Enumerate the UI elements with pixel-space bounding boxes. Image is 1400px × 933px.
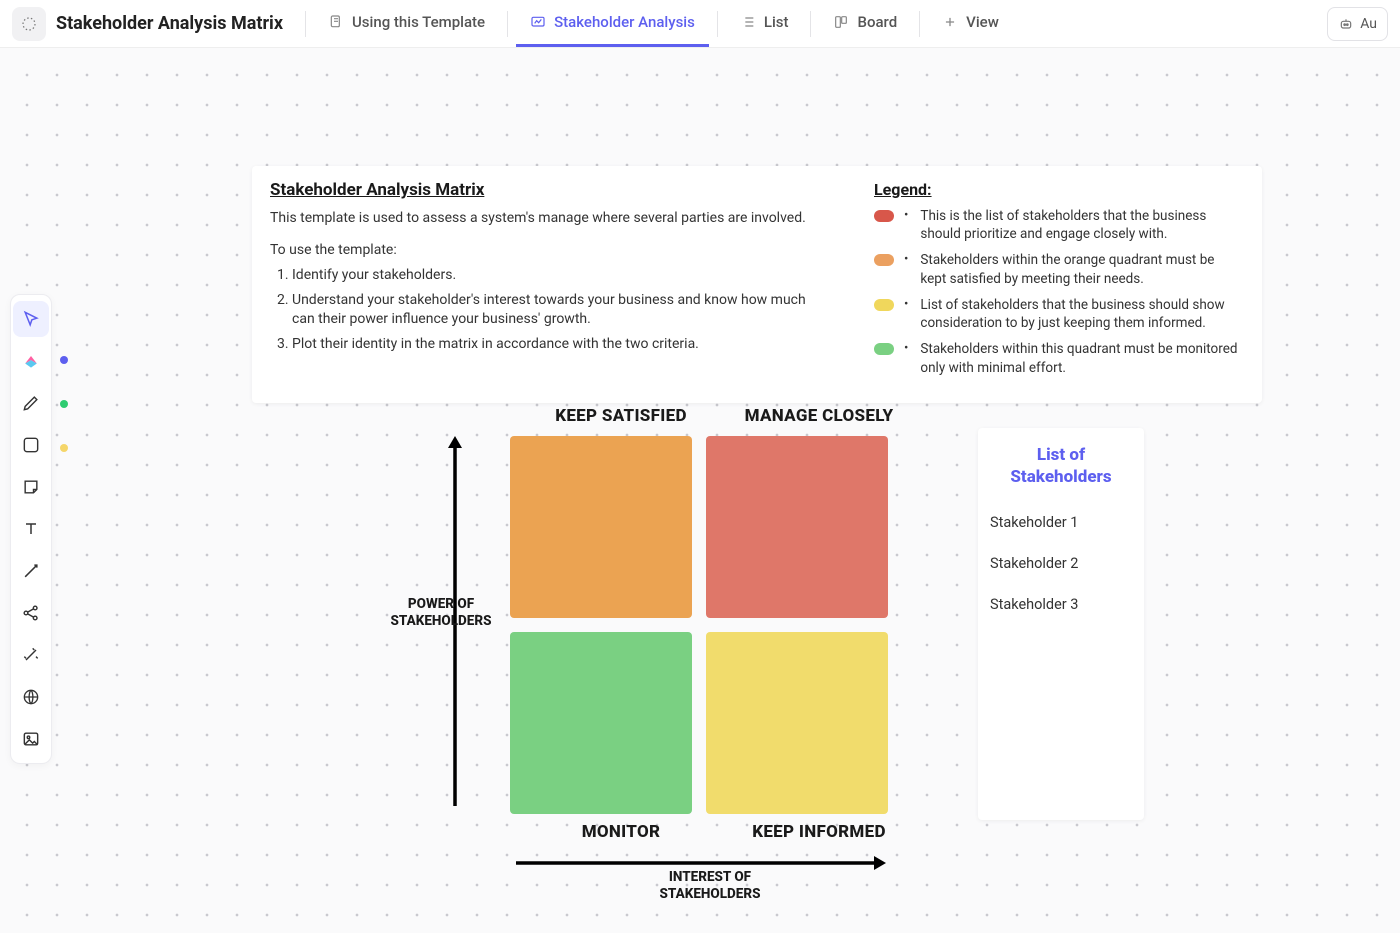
legend-item: • List of stakeholders that the business… bbox=[874, 296, 1238, 332]
header-bar: Stakeholder Analysis Matrix Using this T… bbox=[0, 0, 1400, 48]
add-view-label: View bbox=[966, 13, 999, 31]
sparkle-icon bbox=[21, 645, 41, 665]
legend-item: • This is the list of stakeholders that … bbox=[874, 207, 1238, 243]
color-dot-purple[interactable] bbox=[60, 356, 68, 364]
add-view-button[interactable]: View bbox=[928, 1, 1013, 47]
legend-swatch-yellow bbox=[874, 299, 894, 311]
legend-text: This is the list of stakeholders that th… bbox=[920, 207, 1238, 243]
tab-using-template[interactable]: Using this Template bbox=[314, 1, 499, 47]
legend-text: Stakeholders within the orange quadrant … bbox=[920, 251, 1238, 287]
legend: Legend: • This is the list of stakeholde… bbox=[874, 180, 1238, 385]
legend-swatch-green bbox=[874, 343, 894, 355]
x-axis-arrow-icon bbox=[516, 856, 886, 870]
tab-label: Using this Template bbox=[352, 13, 485, 31]
whiteboard-canvas[interactable]: Stakeholder Analysis Matrix This templat… bbox=[0, 48, 1400, 933]
legend-text: List of stakeholders that the business s… bbox=[920, 296, 1238, 332]
quadrant-keep-satisfied[interactable] bbox=[510, 436, 692, 618]
board-icon bbox=[833, 14, 849, 30]
desc-subtitle: This template is used to assess a system… bbox=[270, 210, 830, 226]
divider bbox=[810, 11, 811, 37]
tool-text[interactable] bbox=[13, 511, 49, 547]
whiteboard-icon bbox=[530, 14, 546, 30]
legend-item: • Stakeholders within this quadrant must… bbox=[874, 340, 1238, 376]
tool-image[interactable] bbox=[13, 721, 49, 757]
tool-shape[interactable] bbox=[13, 427, 49, 463]
tab-list[interactable]: List bbox=[726, 1, 803, 47]
quadrant-label-top-right: MANAGE CLOSELY bbox=[728, 406, 910, 426]
desc-howto: To use the template: bbox=[270, 242, 830, 258]
template-icon bbox=[328, 14, 344, 30]
tool-sparkle[interactable] bbox=[13, 637, 49, 673]
quadrant-monitor[interactable] bbox=[510, 632, 692, 814]
clickup-icon bbox=[21, 351, 41, 371]
divider bbox=[507, 11, 508, 37]
quadrant-keep-informed[interactable] bbox=[706, 632, 888, 814]
x-axis-label: INTEREST OF STAKEHOLDERS bbox=[630, 869, 790, 903]
image-icon bbox=[21, 729, 41, 749]
desc-title: Stakeholder Analysis Matrix bbox=[270, 180, 830, 200]
matrix: KEEP SATISFIED MANAGE CLOSELY POWER OF S… bbox=[390, 406, 910, 902]
description-card: Stakeholder Analysis Matrix This templat… bbox=[252, 166, 1262, 403]
quadrant-label-bottom-right: KEEP INFORMED bbox=[728, 822, 910, 842]
legend-swatch-orange bbox=[874, 254, 894, 266]
whiteboard-toolbar bbox=[10, 294, 52, 764]
mindmap-icon bbox=[21, 603, 41, 623]
stakeholder-item[interactable]: Stakeholder 2 bbox=[990, 555, 1132, 572]
stakeholders-title: List of Stakeholders bbox=[990, 444, 1132, 488]
tool-sticky[interactable] bbox=[13, 469, 49, 505]
globe-icon bbox=[21, 687, 41, 707]
stakeholders-card: List of Stakeholders Stakeholder 1 Stake… bbox=[978, 428, 1144, 820]
app-menu-button[interactable] bbox=[12, 7, 46, 41]
tool-connector[interactable] bbox=[13, 553, 49, 589]
robot-icon bbox=[1338, 16, 1354, 32]
pointer-icon bbox=[21, 309, 41, 329]
tool-pen[interactable] bbox=[13, 385, 49, 421]
legend-item: • Stakeholders within the orange quadran… bbox=[874, 251, 1238, 287]
stakeholder-item[interactable]: Stakeholder 1 bbox=[990, 514, 1132, 531]
desc-steps: Identify your stakeholders. Understand y… bbox=[270, 266, 830, 354]
color-dot-green[interactable] bbox=[60, 400, 68, 408]
tool-mindmap[interactable] bbox=[13, 595, 49, 631]
text-icon bbox=[21, 519, 41, 539]
automations-label: Au bbox=[1360, 16, 1377, 32]
tool-web[interactable] bbox=[13, 679, 49, 715]
quadrant-label-top-left: KEEP SATISFIED bbox=[530, 406, 712, 426]
connector-icon bbox=[21, 561, 41, 581]
color-dot-yellow[interactable] bbox=[60, 444, 68, 452]
dashed-circle-icon bbox=[20, 15, 38, 33]
quadrant-manage-closely[interactable] bbox=[706, 436, 888, 618]
divider bbox=[717, 11, 718, 37]
page-title: Stakeholder Analysis Matrix bbox=[56, 13, 283, 34]
divider bbox=[305, 11, 306, 37]
desc-step: Understand your stakeholder's interest t… bbox=[292, 291, 830, 329]
divider bbox=[919, 11, 920, 37]
desc-step: Identify your stakeholders. bbox=[292, 266, 830, 285]
tab-stakeholder-analysis[interactable]: Stakeholder Analysis bbox=[516, 1, 709, 47]
pen-icon bbox=[21, 393, 41, 413]
tool-pointer[interactable] bbox=[13, 301, 49, 337]
tool-clickup-ai[interactable] bbox=[13, 343, 49, 379]
y-axis-label: POWER OF STAKEHOLDERS bbox=[382, 596, 500, 630]
automations-button[interactable]: Au bbox=[1327, 7, 1388, 41]
tab-board[interactable]: Board bbox=[819, 1, 911, 47]
tab-label: Board bbox=[857, 13, 897, 31]
tab-label: Stakeholder Analysis bbox=[554, 13, 695, 31]
plus-icon bbox=[942, 14, 958, 30]
legend-title: Legend: bbox=[874, 180, 1238, 199]
legend-text: Stakeholders within this quadrant must b… bbox=[920, 340, 1238, 376]
square-icon bbox=[21, 435, 41, 455]
desc-step: Plot their identity in the matrix in acc… bbox=[292, 335, 830, 354]
legend-swatch-red bbox=[874, 210, 894, 222]
list-icon bbox=[740, 14, 756, 30]
sticky-note-icon bbox=[21, 477, 41, 497]
quadrant-label-bottom-left: MONITOR bbox=[530, 822, 712, 842]
stakeholder-item[interactable]: Stakeholder 3 bbox=[990, 596, 1132, 613]
tab-label: List bbox=[764, 13, 789, 31]
